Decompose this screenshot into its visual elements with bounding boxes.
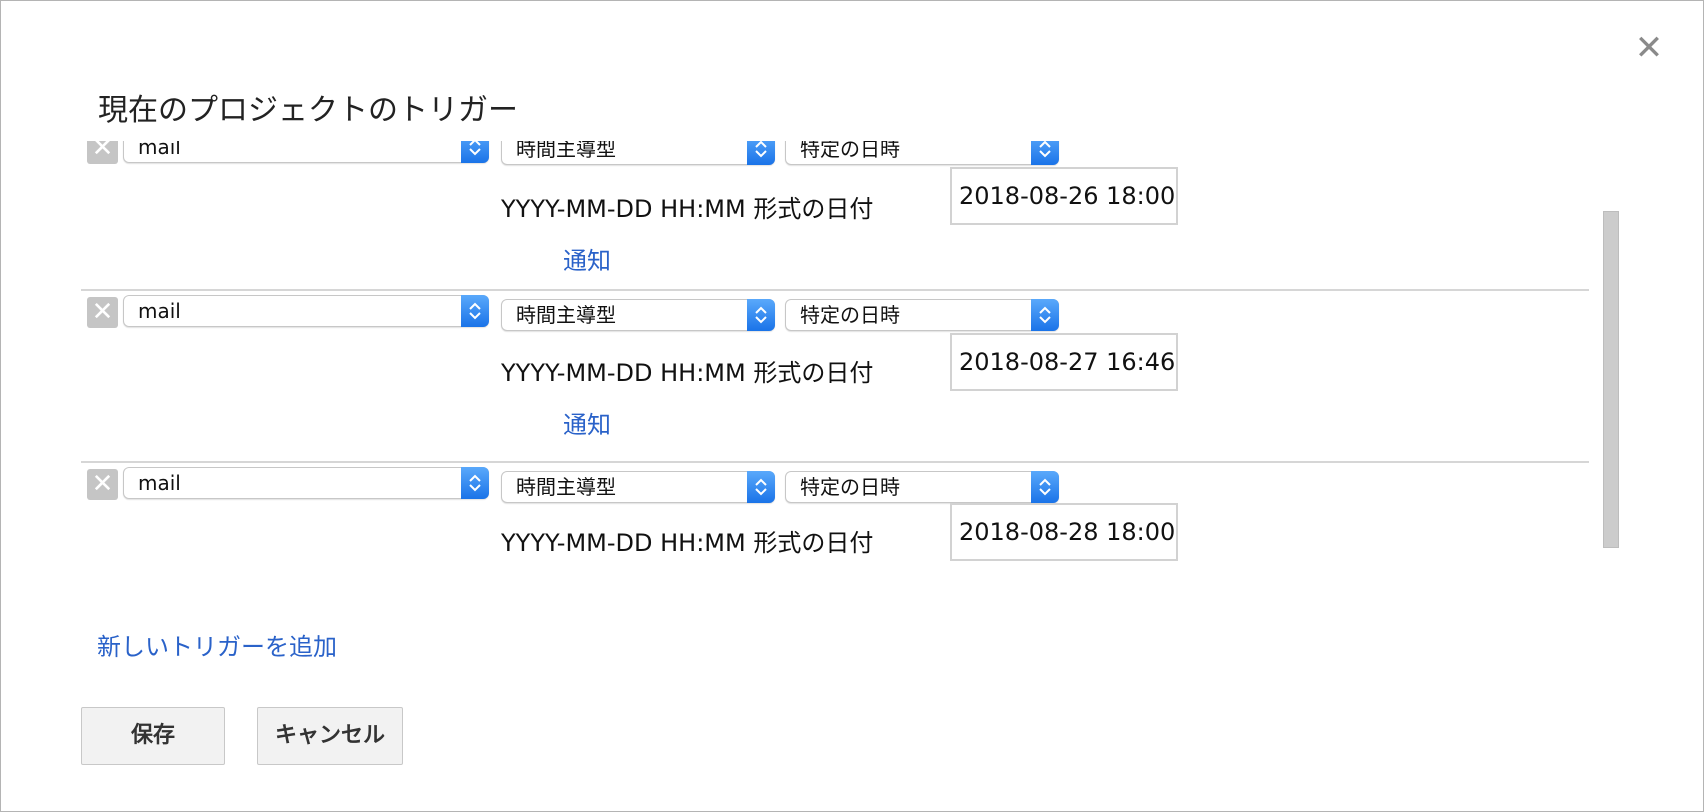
event-source-select[interactable]: 時間主導型 xyxy=(501,471,775,503)
chevron-updown-icon xyxy=(461,141,489,163)
close-icon[interactable]: ✕ xyxy=(1634,31,1664,65)
save-button[interactable]: 保存 xyxy=(81,707,225,765)
notify-link[interactable]: 通知 xyxy=(563,405,611,440)
chevron-updown-icon xyxy=(1031,471,1059,503)
function-select[interactable]: mail xyxy=(123,467,489,499)
chevron-updown-icon xyxy=(461,467,489,499)
triggers-dialog: ✕ 現在のプロジェクトのトリガー ✕ mail 時間主導型 特定の日時 YYYY… xyxy=(0,0,1704,812)
chevron-updown-icon xyxy=(1031,299,1059,331)
function-select[interactable]: mail xyxy=(123,141,489,163)
row-divider xyxy=(81,289,1589,291)
chevron-updown-icon xyxy=(747,299,775,331)
trigger-row: ✕ mail 時間主導型 特定の日時 YYYY-MM-DD HH:MM 形式の日… xyxy=(81,295,1589,467)
event-type-select[interactable]: 特定の日時 xyxy=(785,299,1059,331)
chevron-updown-icon xyxy=(1031,141,1059,165)
trigger-row: ✕ mail 時間主導型 特定の日時 YYYY-MM-DD HH:MM 形式の日… xyxy=(81,467,1589,596)
dialog-title: 現在のプロジェクトのトリガー xyxy=(98,93,518,128)
chevron-updown-icon xyxy=(461,295,489,327)
date-format-label: YYYY-MM-DD HH:MM 形式の日付 xyxy=(501,529,874,557)
date-input[interactable]: 2018-08-26 18:00 xyxy=(950,167,1178,225)
delete-trigger-button[interactable]: ✕ xyxy=(87,469,118,500)
chevron-updown-icon xyxy=(747,471,775,503)
date-input[interactable]: 2018-08-28 18:00 xyxy=(950,503,1178,561)
event-source-select[interactable]: 時間主導型 xyxy=(501,141,775,165)
event-type-select[interactable]: 特定の日時 xyxy=(785,471,1059,503)
event-type-select[interactable]: 特定の日時 xyxy=(785,141,1059,165)
scrollbar-thumb[interactable] xyxy=(1603,211,1619,548)
row-divider xyxy=(81,461,1589,463)
triggers-list[interactable]: ✕ mail 時間主導型 特定の日時 YYYY-MM-DD HH:MM 形式の日… xyxy=(81,141,1603,596)
delete-trigger-button[interactable]: ✕ xyxy=(87,297,118,328)
function-select[interactable]: mail xyxy=(123,295,489,327)
date-format-label: YYYY-MM-DD HH:MM 形式の日付 xyxy=(501,195,874,223)
trigger-row: ✕ mail 時間主導型 特定の日時 YYYY-MM-DD HH:MM 形式の日… xyxy=(81,141,1589,295)
event-source-select[interactable]: 時間主導型 xyxy=(501,299,775,331)
date-input[interactable]: 2018-08-27 16:46 xyxy=(950,333,1178,391)
add-trigger-link[interactable]: 新しいトリガーを追加 xyxy=(97,627,337,662)
chevron-updown-icon xyxy=(747,141,775,165)
cancel-button[interactable]: キャンセル xyxy=(257,707,403,765)
date-format-label: YYYY-MM-DD HH:MM 形式の日付 xyxy=(501,359,874,387)
notify-link[interactable]: 通知 xyxy=(563,241,611,276)
delete-trigger-button[interactable]: ✕ xyxy=(87,141,118,164)
